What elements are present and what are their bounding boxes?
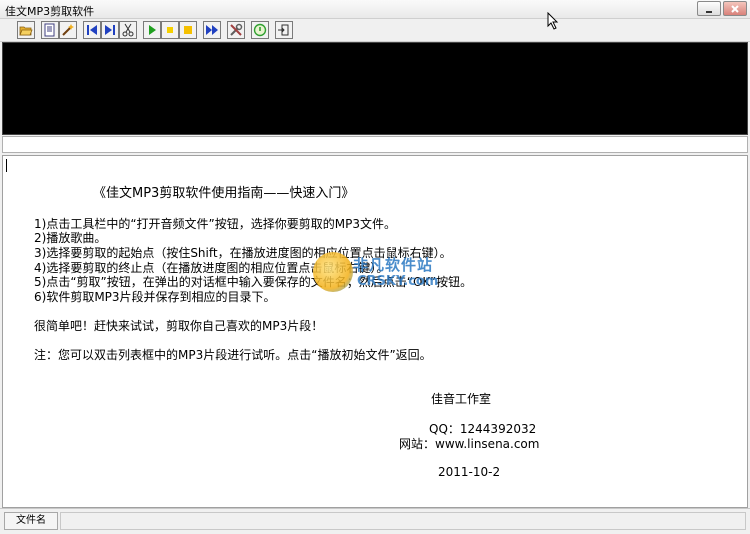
video-display (2, 42, 748, 135)
guide-title: 《佳文MP3剪取软件使用指南——快速入门》 (93, 186, 355, 201)
stop-icon (184, 26, 192, 34)
step-1: 1)点击工具栏中的“打开音频文件”按钮，选择你要剪取的MP3文件。 (34, 217, 396, 231)
studio-name: 佳音工作室 (431, 392, 492, 406)
playback-progress-track[interactable] (2, 136, 748, 153)
pause-icon (167, 27, 173, 33)
minimize-button[interactable] (697, 1, 721, 16)
watermark-en: CRSKY.com (357, 274, 439, 289)
skip-end-button[interactable] (101, 21, 119, 39)
about-button[interactable] (251, 21, 269, 39)
mouse-cursor-icon (547, 12, 559, 30)
step-6: 6)软件剪取MP3片段并保存到相应的目录下。 (34, 290, 276, 304)
close-button[interactable] (723, 1, 747, 16)
guide-text-area[interactable]: 《佳文MP3剪取软件使用指南——快速入门》 1)点击工具栏中的“打开音频文件”按… (2, 155, 748, 508)
watermark-cn: 非凡软件站 (353, 256, 434, 274)
skip-start-button[interactable] (83, 21, 101, 39)
window-title: 佳文MP3剪取软件 (5, 5, 95, 18)
pause-button[interactable] (161, 21, 179, 39)
scissors-icon (122, 23, 134, 37)
tools-icon (230, 23, 243, 36)
toolbar (0, 19, 750, 42)
watermark-logo: 非凡软件站 CRSKY.com (313, 252, 483, 298)
edit-button[interactable] (41, 21, 59, 39)
magic-wand-icon (62, 24, 74, 36)
title-bar: 佳文MP3剪取软件 (0, 0, 750, 19)
website-text: 网站：www.linsena.com (399, 437, 540, 451)
step-2: 2)播放歌曲。 (34, 231, 107, 245)
note-text: 注：您可以双击列表框中的MP3片段进行试听。点击“播放初始文件”返回。 (34, 348, 432, 362)
close-icon (731, 5, 739, 13)
fast-forward-button[interactable] (203, 21, 221, 39)
cut-button[interactable] (119, 21, 137, 39)
qq-number: QQ：1244392032 (429, 422, 537, 436)
release-date: 2011-10-2 (438, 465, 501, 479)
stop-button[interactable] (179, 21, 197, 39)
text-caret (6, 159, 7, 172)
tools-button[interactable] (227, 21, 245, 39)
exit-button[interactable] (275, 21, 293, 39)
open-folder-icon (19, 26, 33, 36)
play-button[interactable] (143, 21, 161, 39)
magic-button[interactable] (59, 21, 77, 39)
status-bar: 文件名 (0, 508, 750, 534)
about-icon (253, 23, 267, 37)
status-info-pane (60, 512, 746, 530)
exit-icon (278, 24, 289, 36)
skip-start-icon (87, 25, 97, 35)
status-filename-pane: 文件名 (4, 512, 58, 530)
open-audio-button[interactable] (17, 21, 35, 39)
edit-icon (44, 23, 55, 37)
fast-forward-icon (206, 25, 218, 35)
encouragement-text: 很简单吧！赶快来试试，剪取你自己喜欢的MP3片段！ (34, 319, 324, 333)
minimize-icon (706, 11, 712, 13)
skip-end-icon (105, 25, 115, 35)
window-controls (697, 1, 747, 16)
watermark-emblem-icon (313, 252, 353, 292)
play-icon (149, 25, 156, 35)
